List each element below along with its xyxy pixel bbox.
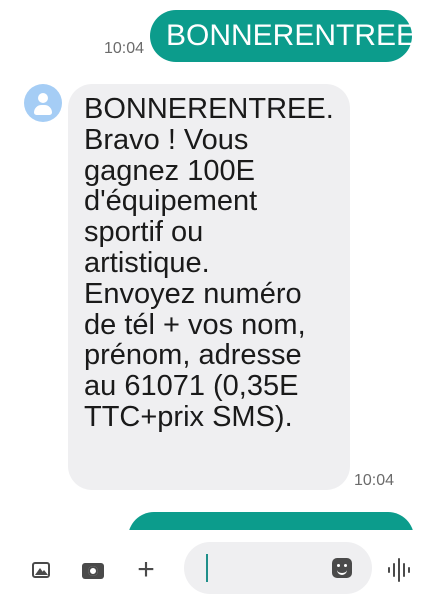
sent-message-bubble[interactable]: BONNERENTREE: [150, 10, 416, 62]
message-input[interactable]: [214, 542, 328, 596]
received-message-time: 10:04: [354, 472, 395, 489]
text-cursor: [206, 554, 208, 582]
avatar-body: [34, 105, 52, 115]
received-message-text: BONNERENTREE. Bravo ! Vous gagnez 100E d…: [84, 93, 334, 433]
sticker-icon[interactable]: [332, 558, 352, 578]
sent-message-time: 10:04: [104, 40, 145, 57]
camera-icon[interactable]: [82, 563, 104, 579]
avatar-head: [38, 93, 48, 103]
gallery-icon[interactable]: [32, 562, 50, 578]
message-thread[interactable]: BONNERENTREE 10:04 BONNERENTREE. Bravo !…: [0, 0, 432, 530]
sent-message-text: BONNERENTREE: [166, 19, 417, 52]
plus-icon[interactable]: +: [132, 555, 160, 585]
message-input-box[interactable]: [184, 542, 372, 596]
contact-avatar-icon[interactable]: [24, 84, 62, 122]
received-message-bubble[interactable]: BONNERENTREE. Bravo ! Vous gagnez 100E d…: [68, 84, 350, 490]
message-composer: +: [0, 530, 432, 606]
next-sent-message-bubble[interactable]: [128, 512, 414, 530]
voice-wave-icon[interactable]: [388, 558, 410, 582]
